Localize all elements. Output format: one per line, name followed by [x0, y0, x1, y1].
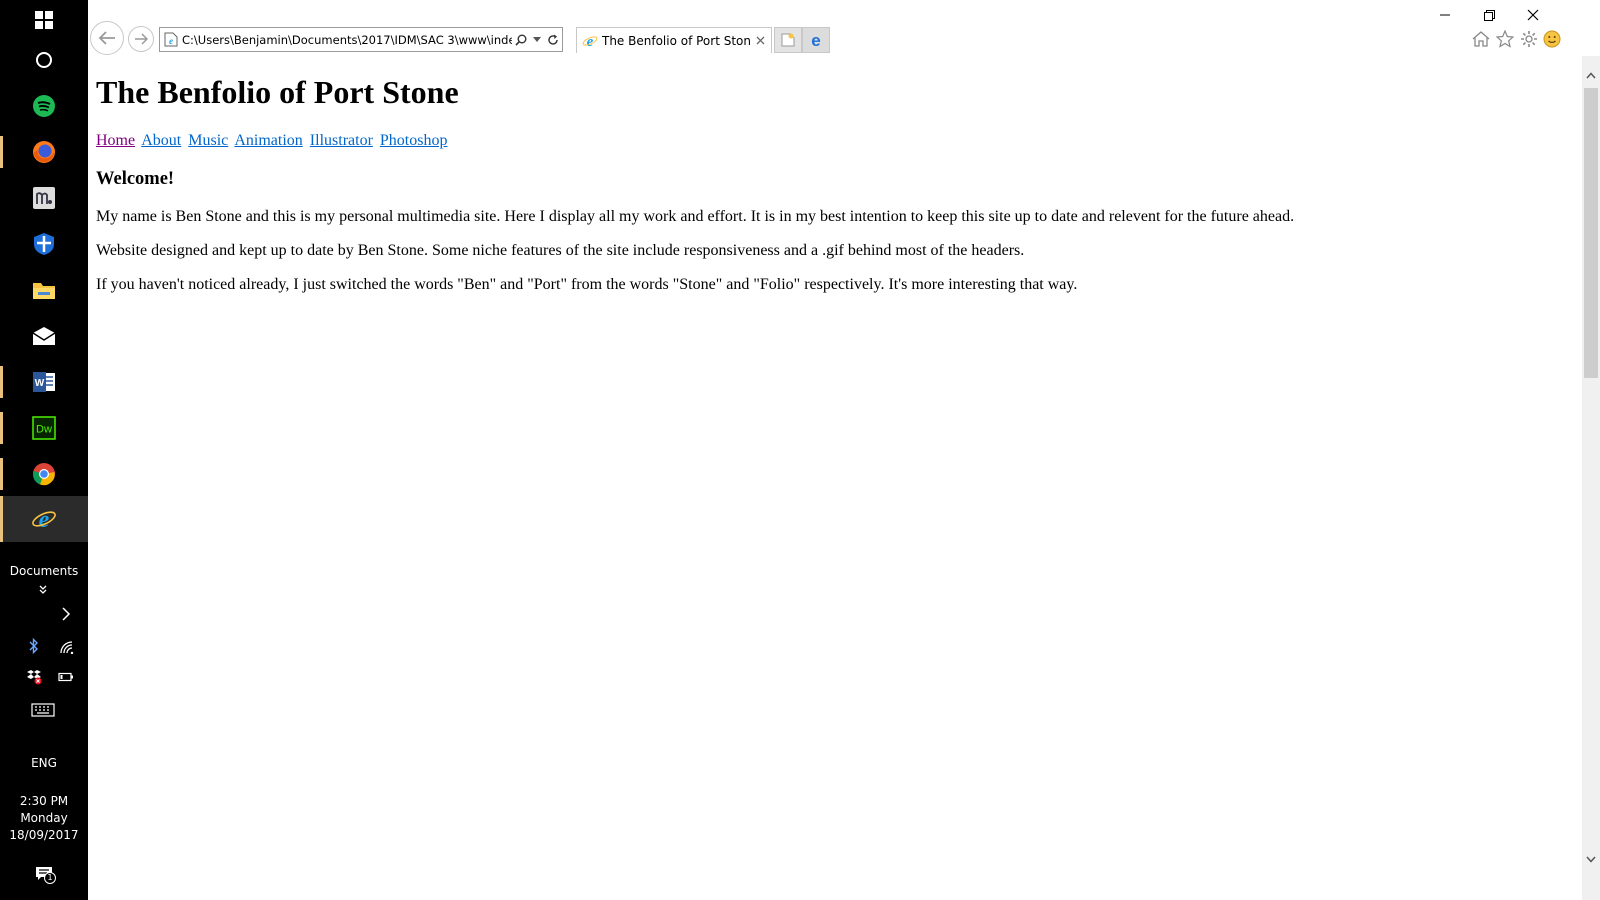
tab-title: The Benfolio of Port Stone: [602, 33, 751, 48]
forward-button[interactable]: [128, 26, 154, 52]
favorites-button[interactable]: [1494, 28, 1516, 50]
design-paragraph: Website designed and kept up to date by …: [96, 242, 1025, 259]
keyboard-icon[interactable]: [31, 698, 55, 722]
internet-explorer-icon: e: [32, 507, 56, 532]
refresh-icon[interactable]: [544, 34, 562, 46]
taskbar-mail[interactable]: [0, 314, 88, 358]
page-icon: e: [164, 32, 178, 47]
minimize-button[interactable]: [1423, 2, 1467, 28]
page-title: The Benfolio of Port Stone: [96, 74, 459, 110]
taskbar-spotify[interactable]: [0, 84, 88, 128]
home-button[interactable]: [1470, 28, 1492, 50]
back-button[interactable]: [90, 21, 124, 55]
nav-link-illustrator[interactable]: Illustrator: [310, 132, 373, 149]
vertical-scrollbar[interactable]: [1582, 56, 1600, 900]
svg-text:e: e: [169, 36, 173, 46]
address-url[interactable]: C:\Users\Benjamin\Documents\2017\IDM\SAC…: [178, 33, 512, 47]
battery-icon[interactable]: [54, 665, 78, 689]
restore-button[interactable]: [1467, 2, 1511, 28]
home-icon: [1472, 31, 1490, 47]
taskbar: W Dw e Documents ENG 2:30 PM Monday 18/0…: [0, 0, 88, 900]
svg-text:e: e: [587, 34, 594, 49]
page-content: The Benfolio of Port Stone Home About Mu…: [88, 56, 1582, 900]
folder-icon: [33, 283, 55, 299]
gear-icon: [1521, 31, 1537, 47]
address-bar[interactable]: e C:\Users\Benjamin\Documents\2017\IDM\S…: [159, 27, 563, 52]
new-tab-icon: [781, 33, 795, 47]
nav-link-music[interactable]: Music: [188, 132, 228, 149]
notification-count: 1: [44, 872, 56, 884]
tab-benfolio[interactable]: e The Benfolio of Port Stone: [576, 27, 772, 53]
svg-text:W: W: [35, 378, 45, 389]
browser-window: e C:\Users\Benjamin\Documents\2017\IDM\S…: [88, 0, 1600, 900]
dropbox-icon[interactable]: [22, 665, 46, 689]
firefox-icon: [33, 141, 55, 163]
internet-explorer-icon: e: [582, 33, 598, 49]
chrome-icon: [33, 463, 55, 486]
language-indicator[interactable]: ENG: [0, 756, 88, 770]
musescore-icon: [33, 187, 55, 209]
scroll-up-icon[interactable]: [1582, 66, 1600, 84]
feedback-button[interactable]: [1541, 28, 1563, 50]
star-icon: [1496, 30, 1514, 48]
cortana-icon: [36, 52, 52, 68]
svg-text:e: e: [811, 32, 820, 48]
bluetooth-icon[interactable]: [22, 634, 46, 658]
nav-link-photoshop[interactable]: Photoshop: [380, 132, 448, 149]
svg-text:Dw: Dw: [36, 424, 52, 436]
spotify-icon: [33, 95, 55, 117]
browser-toolbar: e C:\Users\Benjamin\Documents\2017\IDM\S…: [88, 0, 1600, 56]
taskbar-file-explorer[interactable]: [0, 268, 88, 312]
settings-button[interactable]: [1518, 28, 1540, 50]
chevron-right-icon[interactable]: [54, 602, 78, 626]
new-tab-button[interactable]: [774, 27, 802, 53]
nav-link-about[interactable]: About: [141, 132, 181, 149]
nav-link-home[interactable]: Home: [96, 132, 135, 149]
intro-paragraph: My name is Ben Stone and this is my pers…: [96, 208, 1295, 225]
dreamweaver-icon: Dw: [32, 416, 56, 440]
search-icon[interactable]: [512, 34, 530, 46]
shield-icon: [34, 233, 54, 255]
arrow-right-icon: [135, 33, 148, 45]
taskbar-chrome[interactable]: [0, 452, 88, 496]
taskbar-dreamweaver[interactable]: Dw: [0, 406, 88, 450]
close-icon: [1527, 9, 1539, 21]
edge-icon: e: [811, 32, 820, 48]
clock-date[interactable]: 18/09/2017: [0, 828, 88, 842]
mail-icon: [32, 327, 56, 345]
action-center-button[interactable]: 1: [32, 862, 56, 886]
name-paragraph: If you haven't noticed already, I just s…: [96, 276, 1078, 293]
close-window-button[interactable]: [1511, 2, 1555, 28]
cortana-button[interactable]: [0, 38, 88, 82]
close-tab-icon[interactable]: [751, 36, 769, 45]
scroll-thumb[interactable]: [1584, 88, 1598, 378]
minimize-icon: [1440, 14, 1450, 16]
smiley-icon: [1543, 30, 1561, 48]
start-button[interactable]: [0, 0, 88, 42]
taskbar-word[interactable]: W: [0, 360, 88, 404]
taskbar-folder-label[interactable]: Documents: [0, 564, 88, 578]
taskbar-musescore[interactable]: [0, 176, 88, 220]
arrow-left-icon: [98, 31, 115, 45]
site-nav: Home About Music Animation Illustrator P…: [96, 132, 450, 150]
taskbar-firefox[interactable]: [0, 130, 88, 174]
taskbar-defender[interactable]: [0, 222, 88, 266]
open-edge-button[interactable]: e: [802, 27, 830, 53]
taskbar-internet-explorer[interactable]: e: [0, 496, 88, 542]
word-icon: W: [33, 372, 55, 392]
welcome-heading: Welcome!: [96, 169, 175, 189]
svg-text:e: e: [39, 507, 50, 532]
windows-icon: [35, 11, 53, 29]
wifi-icon[interactable]: [55, 635, 79, 659]
scroll-down-icon[interactable]: [1582, 850, 1600, 868]
nav-link-animation[interactable]: Animation: [234, 132, 302, 149]
chevron-down-icon[interactable]: [530, 36, 544, 43]
double-chevron-down-icon[interactable]: [31, 578, 55, 602]
restore-icon: [1483, 9, 1495, 21]
clock-time[interactable]: 2:30 PM: [0, 794, 88, 808]
clock-day[interactable]: Monday: [0, 811, 88, 825]
